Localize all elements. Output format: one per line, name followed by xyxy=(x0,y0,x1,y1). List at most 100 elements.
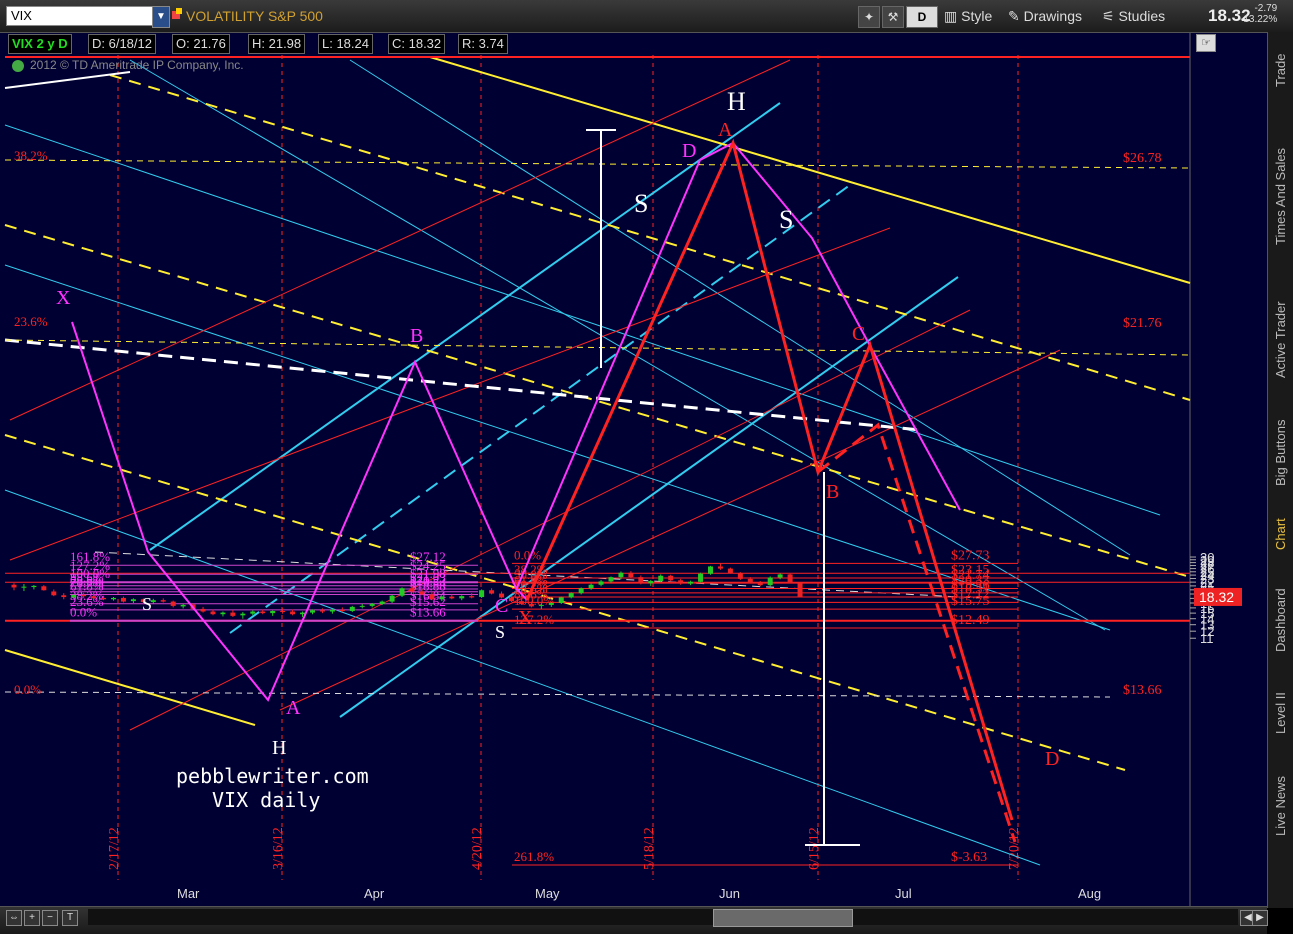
scrollbar-thumb[interactable] xyxy=(713,909,853,927)
rail-tab-chart[interactable]: Chart xyxy=(1270,506,1292,562)
info-range: R: 3.74 xyxy=(458,34,508,54)
aggregation-button[interactable]: D xyxy=(906,6,938,28)
info-icon[interactable] xyxy=(12,60,24,72)
pattern-label: A xyxy=(286,697,301,719)
x-date-label: 2/17/12 xyxy=(107,827,122,870)
drawings-label: Drawings xyxy=(1023,8,1082,24)
rail-tab-times-and-sales[interactable]: Times And Sales xyxy=(1270,118,1292,274)
candle-body xyxy=(509,597,514,602)
fib-right-pct: 0.0% xyxy=(514,547,541,562)
candle-body xyxy=(280,610,286,613)
fib-far-right-price: $21.76 xyxy=(1123,316,1162,331)
fib-left-price: $13.66 xyxy=(410,605,446,620)
candle-body xyxy=(688,581,694,584)
pencil-icon: ✎ xyxy=(1008,8,1020,24)
candle-body xyxy=(389,595,395,602)
candle-body xyxy=(270,610,276,614)
rail-tab-dashboard[interactable]: Dashboard xyxy=(1270,572,1292,668)
candle-body xyxy=(538,604,544,606)
candle-body xyxy=(91,596,97,599)
symbol-dropdown-button[interactable]: ▼ xyxy=(152,6,170,28)
drawings-button[interactable]: ✎ Drawings xyxy=(1008,6,1082,26)
candle-body xyxy=(588,584,594,589)
x-date-label: 6/15/12 xyxy=(807,827,822,870)
x-month-label: Jul xyxy=(895,886,912,901)
info-low: L: 18.24 xyxy=(318,34,373,54)
candle-body xyxy=(369,603,375,606)
text-tool-icon[interactable]: T xyxy=(62,910,78,926)
chart-canvas[interactable]: 2/17/12 3/16/12 4/20/12 5/18/12 6/15/12 7/20/… xyxy=(0,0,1293,933)
candle-body xyxy=(628,572,634,578)
rail-tab-big-buttons[interactable]: Big Buttons xyxy=(1270,406,1292,500)
candle-body xyxy=(598,581,604,585)
symbol-input[interactable]: VIX xyxy=(6,6,156,26)
candle-body xyxy=(439,596,445,600)
candle-body xyxy=(648,581,654,584)
rail-tab-trade[interactable]: Trade xyxy=(1270,42,1292,98)
candle-body xyxy=(41,586,47,591)
info-open: O: 21.76 xyxy=(172,34,230,54)
candle-body xyxy=(727,568,733,574)
fib-far-left-label: 0.0% xyxy=(14,682,41,697)
rail-tab-active-trader[interactable]: Active Trader xyxy=(1270,284,1292,396)
candle-body xyxy=(708,566,713,574)
candle-body xyxy=(81,594,87,597)
symbol-text: VIX xyxy=(11,8,32,23)
pattern-label: C xyxy=(495,595,508,617)
candle-body xyxy=(160,600,166,602)
zoom-out-icon[interactable]: − xyxy=(42,910,58,926)
fib-right-price: $15.75 xyxy=(951,594,990,609)
candle-body xyxy=(339,609,345,611)
x-month-label: Jun xyxy=(719,886,740,901)
fib-right-pct: 100.0% xyxy=(514,593,554,608)
x-month-label: May xyxy=(535,886,560,901)
candle-body xyxy=(737,573,743,579)
candle-body xyxy=(608,577,614,582)
candle-body xyxy=(757,582,763,586)
candle-body xyxy=(210,611,216,615)
pattern-label: S xyxy=(495,622,505,642)
pattern-label: H xyxy=(272,737,286,759)
pattern-label: A xyxy=(718,119,733,141)
x-month-label: Aug xyxy=(1078,886,1101,901)
fib-right-price: $12.49 xyxy=(951,613,990,628)
rail-tab-level-ii[interactable]: Level II xyxy=(1270,678,1292,748)
candle-body xyxy=(668,575,674,581)
crosshair-icon[interactable]: ✦ xyxy=(858,6,880,28)
scrollbar-track[interactable] xyxy=(88,909,1238,925)
rail-tab-live-news[interactable]: Live News xyxy=(1270,758,1292,854)
candle-body xyxy=(518,601,524,604)
price-change: -2.79 -13.22% xyxy=(1240,3,1277,25)
scroll-right-icon[interactable]: ▶ xyxy=(1252,910,1268,926)
candle-body xyxy=(111,597,116,600)
bottom-toolbar: ⇔ + − T ◀ ▶ xyxy=(0,906,1268,934)
studies-button[interactable]: ⚟ Studies xyxy=(1102,6,1165,26)
candle-body xyxy=(170,601,176,606)
candle-body xyxy=(419,591,425,595)
zoom-in-icon[interactable]: + xyxy=(24,910,40,926)
studies-label: Studies xyxy=(1118,8,1166,24)
pattern-label: S xyxy=(779,205,793,234)
wrench-icon[interactable]: ⚒ xyxy=(882,6,904,28)
candle-body xyxy=(310,610,315,613)
pattern-label: C xyxy=(852,323,865,345)
info-date: D: 6/18/12 xyxy=(88,34,156,54)
zoom-fit-icon[interactable]: ⇔ xyxy=(6,910,22,926)
style-icon: ▥ xyxy=(944,8,958,24)
candle-body xyxy=(459,596,465,599)
candle-body xyxy=(349,606,355,611)
candle-body xyxy=(717,566,723,569)
candle-body xyxy=(638,577,644,584)
candle-body xyxy=(71,594,77,598)
fib-right-price: $27.73 xyxy=(951,548,990,563)
candle-body xyxy=(260,611,266,614)
style-button[interactable]: ▥ Style xyxy=(944,6,992,26)
percent-change: -13.22% xyxy=(1240,14,1278,25)
chart-period[interactable]: VIX 2 y D xyxy=(8,34,72,54)
symbol-description: VOLATILITY S&P 500 xyxy=(186,8,323,24)
candle-body xyxy=(290,611,296,615)
x-date-label: 7/20/12 xyxy=(1007,827,1022,870)
fib-left-pct: 0.0% xyxy=(70,605,97,620)
cursor-icon[interactable]: ☞ xyxy=(1196,34,1216,52)
candle-body xyxy=(120,597,126,602)
